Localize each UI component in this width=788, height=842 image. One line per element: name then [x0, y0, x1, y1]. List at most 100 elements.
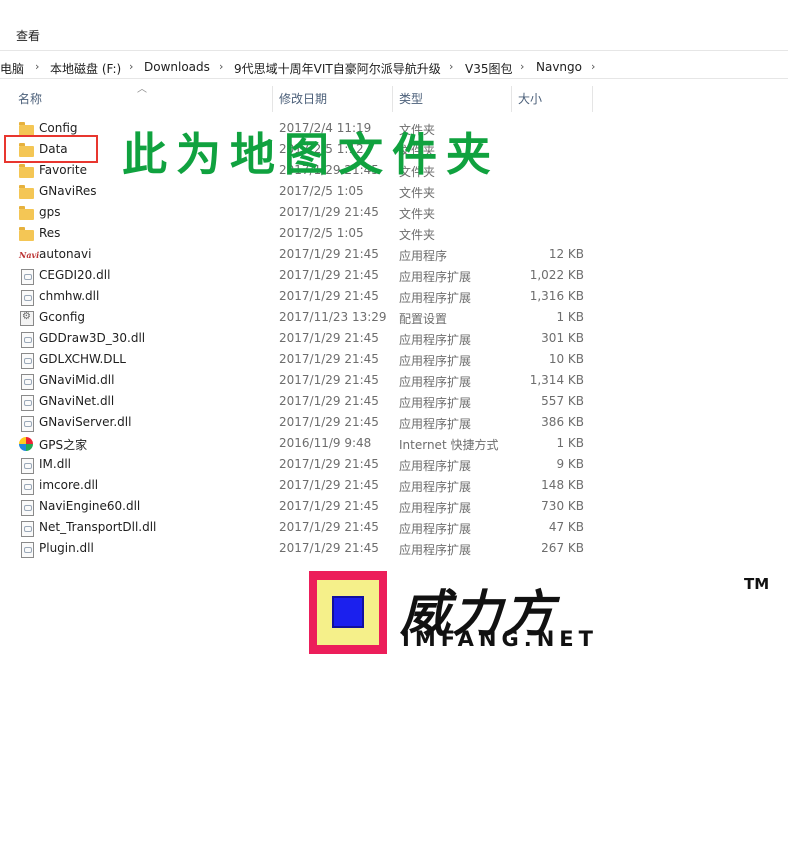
folder-icon: [19, 205, 35, 221]
file-size: 9 KB: [556, 457, 584, 471]
chevron-right-icon[interactable]: ›: [591, 60, 595, 73]
chevron-right-icon[interactable]: ›: [219, 60, 223, 73]
dll-icon: [19, 331, 35, 348]
file-name: Net_TransportDll.dll: [39, 520, 157, 534]
file-row[interactable]: chmhw.dll 2017/1/29 21:45 应用程序扩展 1,316 KB: [0, 286, 600, 307]
file-name: IM.dll: [39, 457, 71, 471]
column-header: 名称 修改日期 类型 大小: [0, 86, 788, 112]
file-date: 2017/1/29 21:45: [279, 415, 379, 429]
file-type: 应用程序扩展: [399, 354, 472, 368]
breadcrumb-item-pc[interactable]: 电脑: [0, 60, 24, 77]
file-type: 应用程序: [399, 249, 448, 263]
file-type: 应用程序扩展: [399, 501, 472, 515]
config-icon: [19, 310, 35, 326]
file-type: 应用程序扩展: [399, 522, 472, 536]
file-type: 应用程序扩展: [399, 480, 472, 494]
file-row[interactable]: GNaviNet.dll 2017/1/29 21:45 应用程序扩展 557 KB: [0, 391, 600, 412]
file-date: 2017/1/29 21:45: [279, 289, 379, 303]
file-name: Config: [39, 121, 78, 135]
file-row[interactable]: GNaviMid.dll 2017/1/29 21:45 应用程序扩展 1,314 K…: [0, 370, 600, 391]
annotation-highlight-box: [4, 135, 98, 163]
file-name: GNaviServer.dll: [39, 415, 132, 429]
file-name: gps: [39, 205, 61, 219]
file-row[interactable]: gps 2017/1/29 21:45 文件夹: [0, 202, 600, 223]
file-row[interactable]: Res 2017/2/5 1:05 文件夹: [0, 223, 600, 244]
breadcrumb-item-navngo[interactable]: Navngo: [536, 60, 582, 74]
dll-icon: [19, 373, 35, 390]
file-type: Internet 快捷方式: [399, 438, 499, 452]
file-size: 47 KB: [548, 520, 584, 534]
file-row[interactable]: GDDraw3D_30.dll 2017/1/29 21:45 应用程序扩展 301 …: [0, 328, 600, 349]
file-row[interactable]: Navi autonavi 2017/1/29 21:45 应用程序 12 KB: [0, 244, 600, 265]
breadcrumb-item-folder[interactable]: 9代思域十周年VIT自豪阿尔派导航升级: [234, 60, 441, 77]
url-shortcut-icon: [19, 436, 35, 452]
dll-icon: [19, 289, 35, 306]
dll-icon: [19, 268, 35, 285]
file-date: 2017/1/29 21:45: [279, 478, 379, 492]
file-name: Favorite: [39, 163, 87, 177]
file-type: 应用程序扩展: [399, 375, 472, 389]
file-name: Res: [39, 226, 61, 240]
file-name: Gconfig: [39, 310, 86, 324]
file-row[interactable]: Net_TransportDll.dll 2017/1/29 21:45 应用程序扩…: [0, 517, 600, 538]
file-size: 10 KB: [548, 352, 584, 366]
file-name: GNaviRes: [39, 184, 97, 198]
column-divider[interactable]: [592, 86, 593, 112]
file-name: GNaviNet.dll: [39, 394, 115, 408]
column-date[interactable]: 修改日期: [279, 90, 327, 114]
file-name: chmhw.dll: [39, 289, 100, 303]
file-size: 1,314 KB: [529, 373, 584, 387]
breadcrumb: 电脑 › 本地磁盘 (F:) › Downloads › 9代思域十周年VIT自…: [0, 56, 788, 79]
column-divider[interactable]: [392, 86, 393, 112]
file-row[interactable]: GNaviRes 2017/2/5 1:05 文件夹: [0, 181, 600, 202]
file-type: 应用程序扩展: [399, 417, 472, 431]
column-name[interactable]: 名称: [18, 90, 42, 114]
column-type[interactable]: 类型: [399, 90, 423, 114]
dll-icon: [19, 415, 35, 432]
exe-icon: Navi: [19, 250, 40, 260]
file-type: 文件夹: [399, 207, 436, 221]
file-date: 2017/1/29 21:45: [279, 373, 379, 387]
file-row[interactable]: imcore.dll 2017/1/29 21:45 应用程序扩展 148 KB: [0, 475, 600, 496]
chevron-right-icon[interactable]: ›: [35, 60, 39, 73]
file-size: 148 KB: [541, 478, 584, 492]
file-date: 2017/2/5 1:05: [279, 184, 364, 198]
breadcrumb-item-downloads[interactable]: Downloads: [144, 60, 210, 74]
file-type: 应用程序扩展: [399, 270, 472, 284]
file-name: imcore.dll: [39, 478, 99, 492]
file-row[interactable]: IM.dll 2017/1/29 21:45 应用程序扩展 9 KB: [0, 454, 600, 475]
file-type: 配置设置: [399, 312, 448, 326]
breadcrumb-item-drive[interactable]: 本地磁盘 (F:): [50, 60, 121, 77]
chevron-right-icon[interactable]: ›: [129, 60, 133, 73]
file-row[interactable]: GDLXCHW.DLL 2017/1/29 21:45 应用程序扩展 10 KB: [0, 349, 600, 370]
dll-icon: [19, 541, 35, 558]
chevron-right-icon[interactable]: ›: [520, 60, 524, 73]
file-name: CEGDI20.dll: [39, 268, 111, 282]
annotation-text: 此为地图文件夹: [122, 128, 501, 181]
dll-icon: [19, 352, 35, 369]
file-name: GDLXCHW.DLL: [39, 352, 126, 366]
file-date: 2017/1/29 21:45: [279, 541, 379, 555]
file-row[interactable]: Gconfig 2017/11/23 13:29 配置设置 1 KB: [0, 307, 600, 328]
dll-icon: [19, 499, 35, 516]
file-row[interactable]: GNaviServer.dll 2017/1/29 21:45 应用程序扩展 386 …: [0, 412, 600, 433]
column-size[interactable]: 大小: [518, 90, 542, 114]
dll-icon: [19, 478, 35, 495]
breadcrumb-item-v35[interactable]: V35图包: [465, 60, 512, 77]
file-row[interactable]: CEGDI20.dll 2017/1/29 21:45 应用程序扩展 1,022 KB: [0, 265, 600, 286]
folder-icon: [19, 226, 35, 242]
file-date: 2017/1/29 21:45: [279, 352, 379, 366]
file-row[interactable]: NaviEngine60.dll 2017/1/29 21:45 应用程序扩展 730…: [0, 496, 600, 517]
chevron-right-icon[interactable]: ›: [449, 60, 453, 73]
column-divider[interactable]: [511, 86, 512, 112]
file-size: 1,022 KB: [529, 268, 584, 282]
dll-icon: [19, 457, 35, 474]
file-type: 文件夹: [399, 228, 436, 242]
file-type: 应用程序扩展: [399, 396, 472, 410]
file-row[interactable]: GPS之家 2016/11/9 9:48 Internet 快捷方式 1 KB: [0, 433, 600, 454]
view-tab[interactable]: 查看: [16, 27, 40, 44]
file-row[interactable]: Plugin.dll 2017/1/29 21:45 应用程序扩展 267 KB: [0, 538, 600, 559]
file-type: 应用程序扩展: [399, 459, 472, 473]
file-name: GDDraw3D_30.dll: [39, 331, 146, 345]
column-divider[interactable]: [272, 86, 273, 112]
